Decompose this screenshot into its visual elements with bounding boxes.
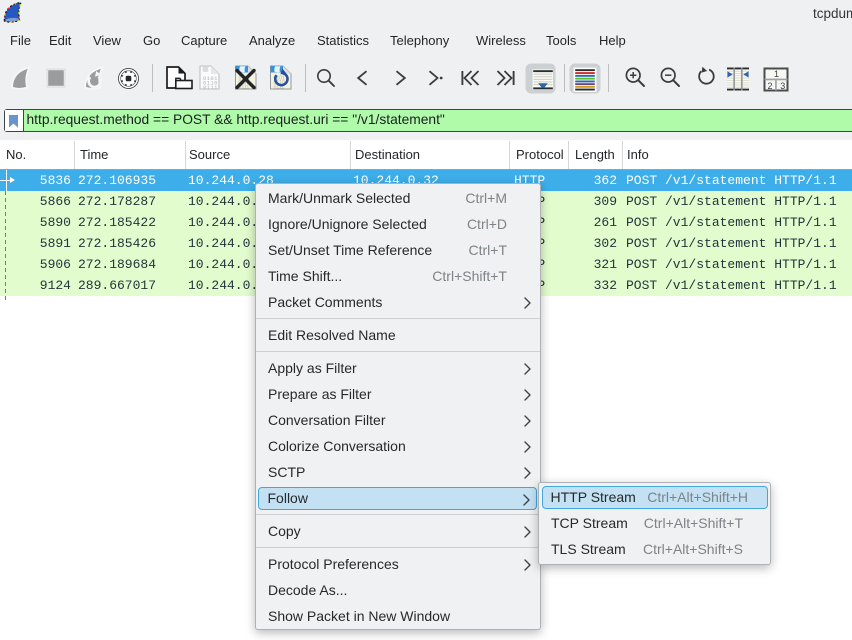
svg-text:2: 2 xyxy=(767,81,772,91)
svg-text:1: 1 xyxy=(774,69,779,79)
svg-text:3: 3 xyxy=(780,81,785,91)
svg-text:0111: 0111 xyxy=(203,84,218,91)
